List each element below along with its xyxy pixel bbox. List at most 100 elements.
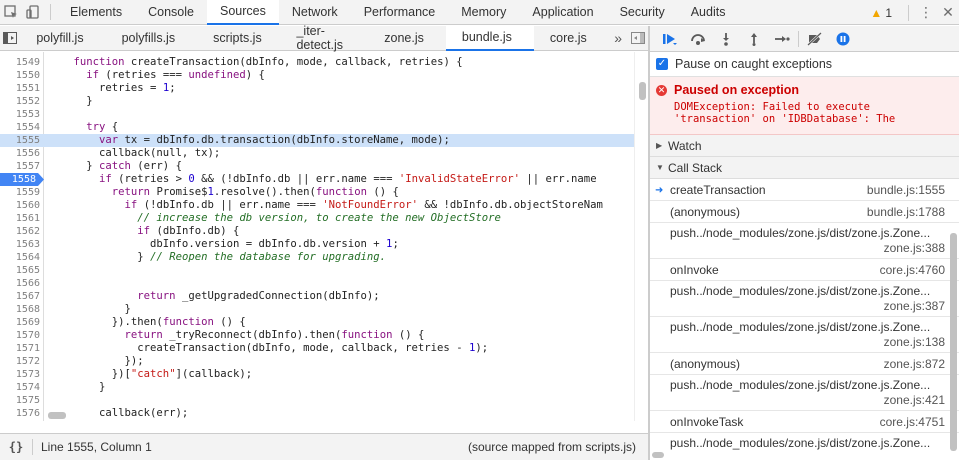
line-number[interactable]: 1568 [0, 303, 40, 316]
line-number[interactable]: 1572 [0, 355, 40, 368]
line-number[interactable]: 1564 [0, 251, 40, 264]
pretty-print-button[interactable]: {} [0, 440, 32, 454]
code-line[interactable]: 1573 })["catch"](callback); [0, 368, 634, 381]
frame-location[interactable]: zone.js:387 [670, 299, 945, 313]
editor-vertical-scrollbar[interactable] [634, 52, 648, 421]
scroll-thumb[interactable] [639, 82, 646, 100]
code-line[interactable]: 1561 // increase the db version, to crea… [0, 212, 634, 225]
tab-performance[interactable]: Performance [351, 0, 449, 25]
source-map-info[interactable]: (source mapped from scripts.js) [468, 440, 636, 454]
tab-sources[interactable]: Sources [206, 0, 279, 25]
code-line[interactable]: 1559 return Promise$1.resolve().then(fun… [0, 186, 634, 199]
line-number[interactable]: 1555 [0, 134, 40, 147]
code-line[interactable]: 1549 function createTransaction(dbInfo, … [0, 56, 634, 69]
code-line[interactable]: 1572 }); [0, 355, 634, 368]
line-number[interactable]: 1554 [0, 121, 40, 134]
sidebar-horizontal-scrollbar[interactable] [650, 450, 947, 460]
file-tab[interactable]: core.js [534, 26, 609, 51]
frame-location[interactable]: zone.js:421 [670, 393, 945, 407]
file-tab[interactable]: scripts.js [197, 26, 284, 51]
line-number[interactable]: 1574 [0, 381, 40, 394]
scroll-thumb[interactable] [950, 233, 957, 451]
call-frame[interactable]: push../node_modules/zone.js/dist/zone.js… [650, 281, 959, 317]
line-number[interactable]: 1556 [0, 147, 40, 160]
line-number[interactable]: 1557 [0, 160, 40, 173]
watch-section-header[interactable]: ▶ Watch [650, 135, 959, 157]
frame-location[interactable]: bundle.js:1788 [867, 205, 945, 219]
line-number[interactable]: 1570 [0, 329, 40, 342]
line-number[interactable]: 1551 [0, 82, 40, 95]
line-number[interactable]: 1563 [0, 238, 40, 251]
step-out-icon[interactable] [740, 26, 768, 52]
tab-console[interactable]: Console [135, 0, 207, 25]
line-number[interactable]: 1553 [0, 108, 40, 121]
step-into-icon[interactable] [712, 26, 740, 52]
call-frame[interactable]: ➜ createTransaction bundle.js:1555 [650, 179, 959, 201]
step-over-icon[interactable] [684, 26, 712, 52]
deactivate-breakpoints-icon[interactable] [801, 26, 829, 52]
scroll-thumb[interactable] [48, 412, 66, 419]
line-number[interactable]: 1577 [0, 420, 40, 421]
code-line[interactable]: 1550 if (retries === undefined) { [0, 69, 634, 82]
call-frame[interactable]: (anonymous) bundle.js:1788 [650, 201, 959, 223]
code-line[interactable]: 1565 [0, 264, 634, 277]
code-line[interactable]: 1558 if (retries > 0 && (!dbInfo.db || e… [0, 173, 634, 186]
resume-icon[interactable] [656, 26, 684, 52]
inspect-element-icon[interactable] [0, 0, 22, 25]
code-line[interactable]: 1557 } catch (err) { [0, 160, 634, 173]
checkbox-checked-icon[interactable]: ✓ [656, 58, 668, 70]
call-frame[interactable]: push../node_modules/zone.js/dist/zone.js… [650, 223, 959, 259]
device-toolbar-icon[interactable] [22, 0, 44, 25]
code-line[interactable]: 1574 } [0, 381, 634, 394]
toggle-debugger-icon[interactable] [628, 26, 648, 51]
code-line[interactable]: 1564 } // Reopen the database for upgrad… [0, 251, 634, 264]
line-number[interactable]: 1560 [0, 199, 40, 212]
step-icon[interactable] [768, 26, 796, 52]
line-number[interactable]: 1552 [0, 95, 40, 108]
line-number[interactable]: 1566 [0, 277, 40, 290]
code-line[interactable]: 1553 [0, 108, 634, 121]
code-line[interactable]: 1570 return _tryReconnect(dbInfo).then(f… [0, 329, 634, 342]
frame-location[interactable]: bundle.js:1555 [867, 183, 945, 197]
pause-on-exceptions-icon[interactable] [829, 26, 857, 52]
frame-location[interactable]: zone.js:138 [670, 335, 945, 349]
line-number[interactable]: 1550 [0, 69, 40, 82]
frame-location[interactable]: core.js:4760 [880, 263, 945, 277]
line-number[interactable]: 1576 [0, 407, 40, 420]
code-line[interactable]: 1567 return _getUpgradedConnection(dbInf… [0, 290, 634, 303]
code-line[interactable]: 1568 } [0, 303, 634, 316]
line-number[interactable]: 1562 [0, 225, 40, 238]
line-number[interactable]: 1567 [0, 290, 40, 303]
code-editor[interactable]: 1549 function createTransaction(dbInfo, … [0, 52, 648, 421]
frame-location[interactable]: zone.js:872 [884, 357, 945, 371]
call-frame[interactable]: push../node_modules/zone.js/dist/zone.js… [650, 317, 959, 353]
pause-on-caught-exceptions[interactable]: ✓ Pause on caught exceptions [650, 52, 959, 77]
line-number[interactable]: 1571 [0, 342, 40, 355]
line-number[interactable]: 1573 [0, 368, 40, 381]
call-frame[interactable]: onInvokeTask core.js:4751 [650, 411, 959, 433]
code-line[interactable]: 1556 callback(null, tx); [0, 147, 634, 160]
code-line[interactable]: 1566 [0, 277, 634, 290]
tab-memory[interactable]: Memory [448, 0, 519, 25]
toggle-navigator-icon[interactable] [0, 26, 20, 51]
code-line[interactable]: 1560 if (!dbInfo.db || err.name === 'Not… [0, 199, 634, 212]
code-line[interactable]: 1562 if (dbInfo.db) { [0, 225, 634, 238]
warning-counter[interactable]: ▲ 1 [870, 6, 892, 20]
line-number[interactable]: 1561 [0, 212, 40, 225]
line-number[interactable]: 1565 [0, 264, 40, 277]
frame-location[interactable]: zone.js:388 [670, 241, 945, 255]
code-line[interactable]: 1563 dbInfo.version = dbInfo.db.version … [0, 238, 634, 251]
tab-application[interactable]: Application [519, 0, 606, 25]
line-number[interactable]: 1559 [0, 186, 40, 199]
more-tabs-icon[interactable]: » [609, 30, 628, 46]
tab-network[interactable]: Network [279, 0, 351, 25]
frame-location[interactable]: core.js:4751 [880, 415, 945, 429]
code-line[interactable]: 1571 createTransaction(dbInfo, mode, cal… [0, 342, 634, 355]
breakpoint-marker[interactable]: 1558 [0, 173, 44, 186]
line-number[interactable]: 1575 [0, 394, 40, 407]
editor-horizontal-scrollbar[interactable] [44, 409, 634, 421]
call-frame[interactable]: onInvoke core.js:4760 [650, 259, 959, 281]
call-frame[interactable]: push../node_modules/zone.js/dist/zone.js… [650, 375, 959, 411]
line-number[interactable]: 1549 [0, 56, 40, 69]
more-options-icon[interactable]: ⋮ [915, 0, 937, 25]
